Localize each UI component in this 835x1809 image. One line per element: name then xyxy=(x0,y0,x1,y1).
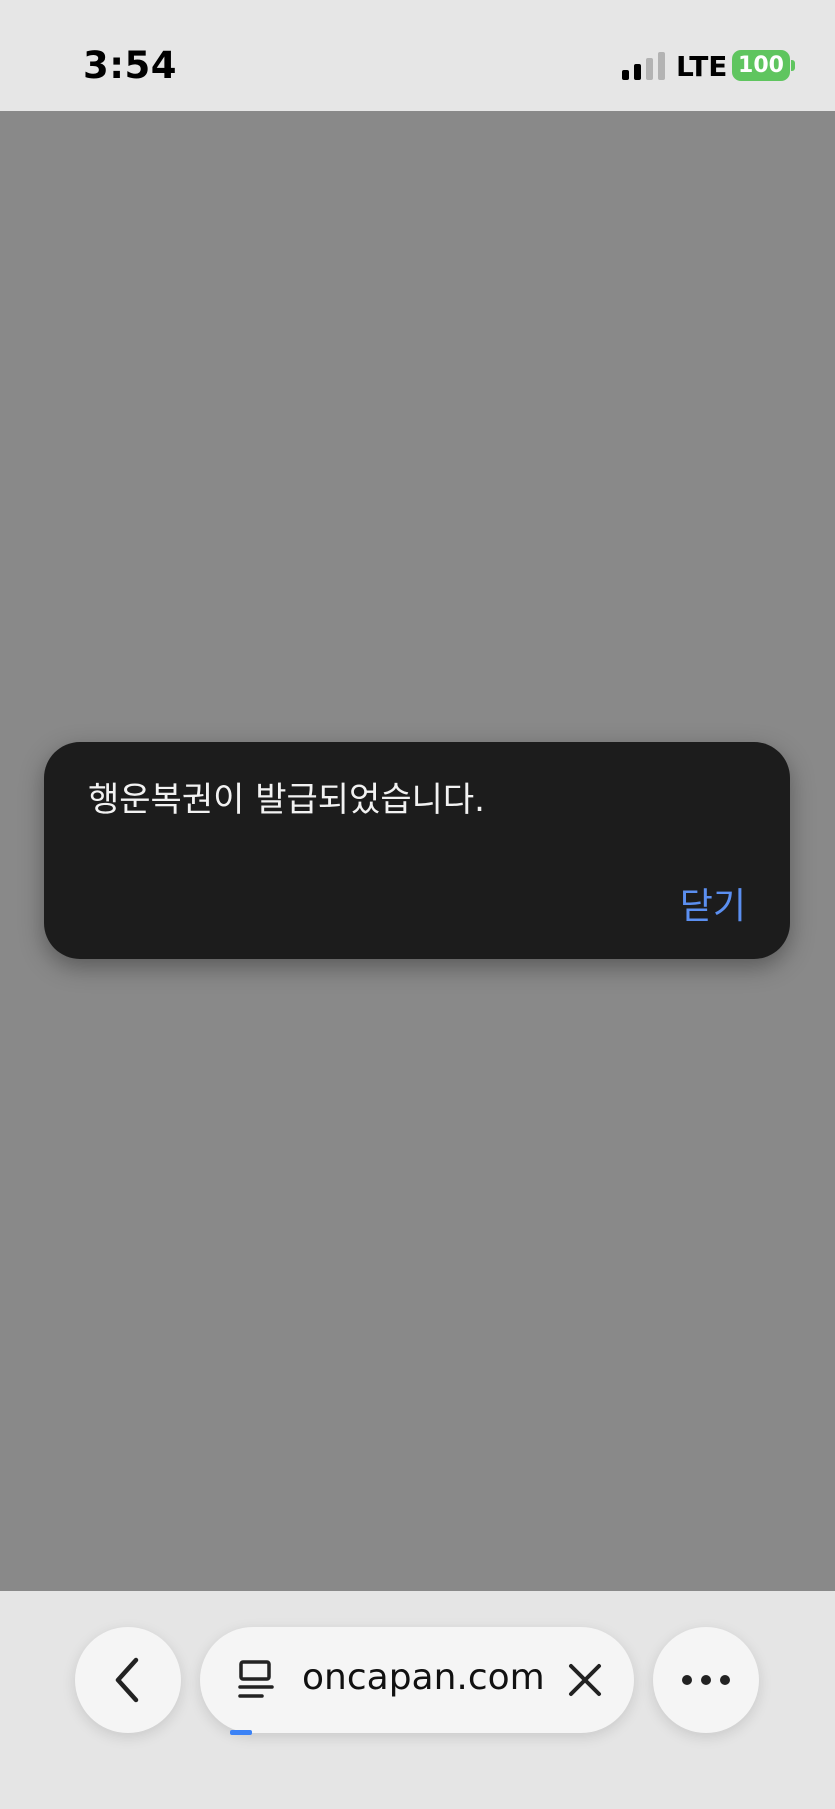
more-horizontal-icon xyxy=(682,1675,730,1685)
cellular-signal-icon xyxy=(622,51,666,80)
close-icon[interactable] xyxy=(566,1661,604,1699)
chevron-left-icon xyxy=(115,1657,139,1703)
battery-icon: 100 xyxy=(732,50,790,81)
back-button[interactable] xyxy=(75,1627,181,1733)
close-button[interactable]: 닫기 xyxy=(680,877,746,929)
battery-level: 100 xyxy=(738,53,784,78)
status-bar: 3:54 LTE 100 xyxy=(0,0,835,111)
url-text: oncapan.com xyxy=(302,1657,545,1698)
status-time: 3:54 xyxy=(83,44,178,87)
page-load-progress xyxy=(230,1730,252,1735)
address-bar[interactable]: oncapan.com xyxy=(200,1627,634,1733)
page-info-icon[interactable] xyxy=(236,1660,276,1702)
battery-tip xyxy=(791,60,795,71)
more-button[interactable] xyxy=(653,1627,759,1733)
alert-dialog: 행운복권이 발급되었습니다. 닫기 xyxy=(44,742,790,959)
dialog-message: 행운복권이 발급되었습니다. xyxy=(88,780,485,820)
network-type: LTE xyxy=(676,50,728,83)
